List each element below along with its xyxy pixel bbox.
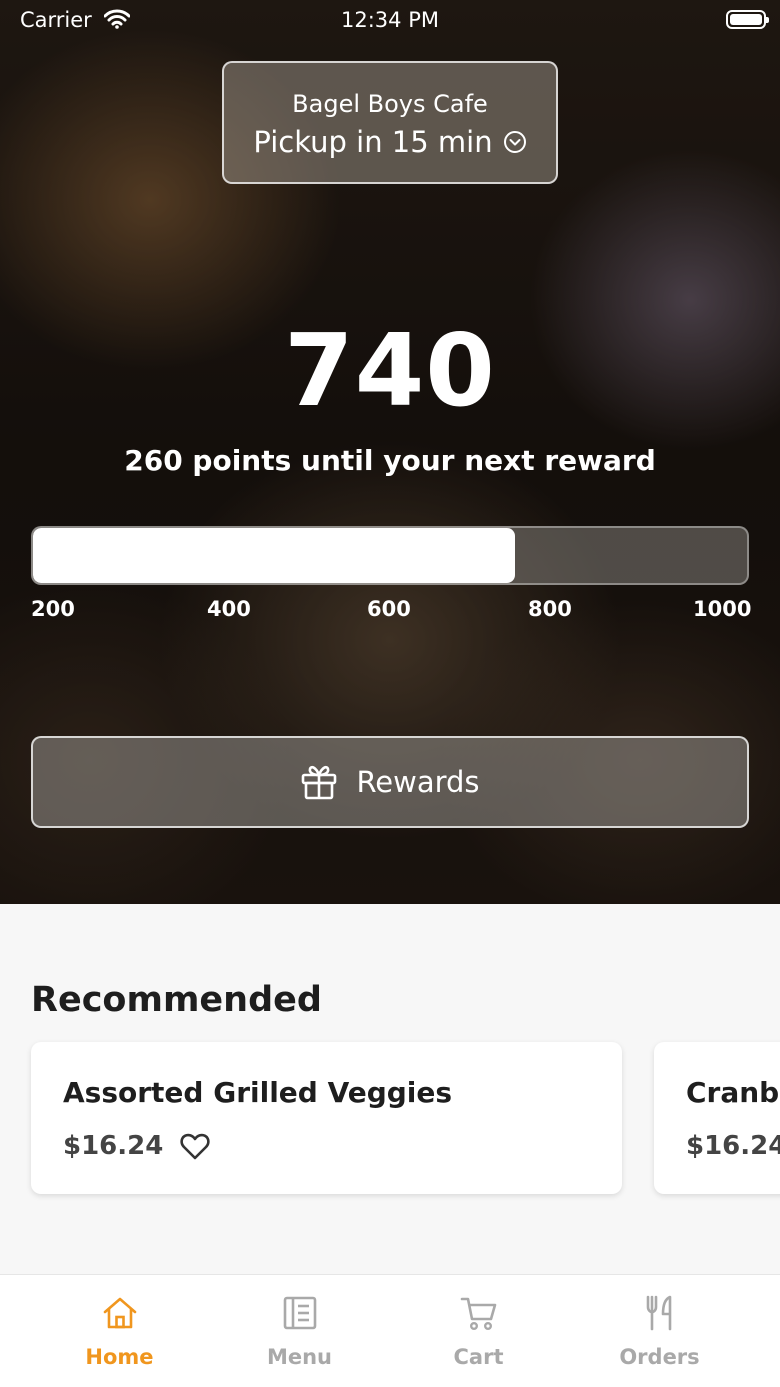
progress-tick-label: 200	[31, 597, 75, 621]
rewards-progress-bar	[31, 526, 749, 585]
tab-menu[interactable]: Menu	[202, 1275, 397, 1387]
tab-label: Home	[85, 1345, 154, 1369]
recommended-item-card[interactable]: Cranbe $16.24	[654, 1042, 780, 1194]
item-name: Assorted Grilled Veggies	[63, 1076, 453, 1109]
bottom-tab-bar: Home Menu Cart Orders	[0, 1274, 780, 1387]
pickup-time-label: Pickup in 15 min	[253, 125, 493, 159]
item-name: Cranbe	[686, 1076, 780, 1109]
rewards-button[interactable]: Rewards	[31, 736, 749, 828]
item-price: $16.24	[63, 1131, 164, 1161]
points-balance: 740	[284, 312, 496, 429]
recommended-item-card[interactable]: Assorted Grilled Veggies $16.24	[31, 1042, 622, 1194]
status-bar: Carrier 12:34 PM	[0, 0, 780, 40]
tab-home[interactable]: Home	[22, 1275, 217, 1387]
hero-banner: Carrier 12:34 PM Bagel Boys Cafe Pickup …	[0, 0, 780, 904]
battery-icon	[726, 10, 769, 29]
recommended-title: Recommended	[31, 980, 322, 1020]
progress-tick-label: 800	[528, 597, 572, 621]
heart-icon[interactable]	[179, 1131, 211, 1161]
store-name: Bagel Boys Cafe	[292, 90, 488, 118]
gift-icon	[302, 765, 337, 800]
tab-orders[interactable]: Orders	[562, 1275, 757, 1387]
progress-tick-label: 400	[207, 597, 251, 621]
tab-label: Cart	[453, 1345, 504, 1369]
utensils-icon	[646, 1295, 672, 1331]
tab-label: Menu	[266, 1345, 333, 1369]
home-icon	[103, 1297, 137, 1329]
rewards-button-label: Rewards	[356, 765, 480, 799]
chevron-down-circle-icon	[503, 131, 526, 153]
progress-tick-label: 600	[367, 597, 411, 621]
tab-label: Orders	[619, 1345, 700, 1369]
rewards-progress-fill	[33, 528, 515, 583]
points-until-reward: 260 points until your next reward	[124, 444, 656, 477]
store-selector-button[interactable]: Bagel Boys Cafe Pickup in 15 min	[222, 61, 558, 184]
progress-tick-label: 1000	[693, 597, 752, 621]
menu-icon	[283, 1296, 317, 1330]
clock: 12:34 PM	[341, 8, 439, 32]
item-price: $16.24	[686, 1131, 780, 1161]
cart-icon	[460, 1297, 497, 1331]
pickup-time-row: Pickup in 15 min	[224, 125, 556, 159]
tab-cart[interactable]: Cart	[381, 1275, 576, 1387]
